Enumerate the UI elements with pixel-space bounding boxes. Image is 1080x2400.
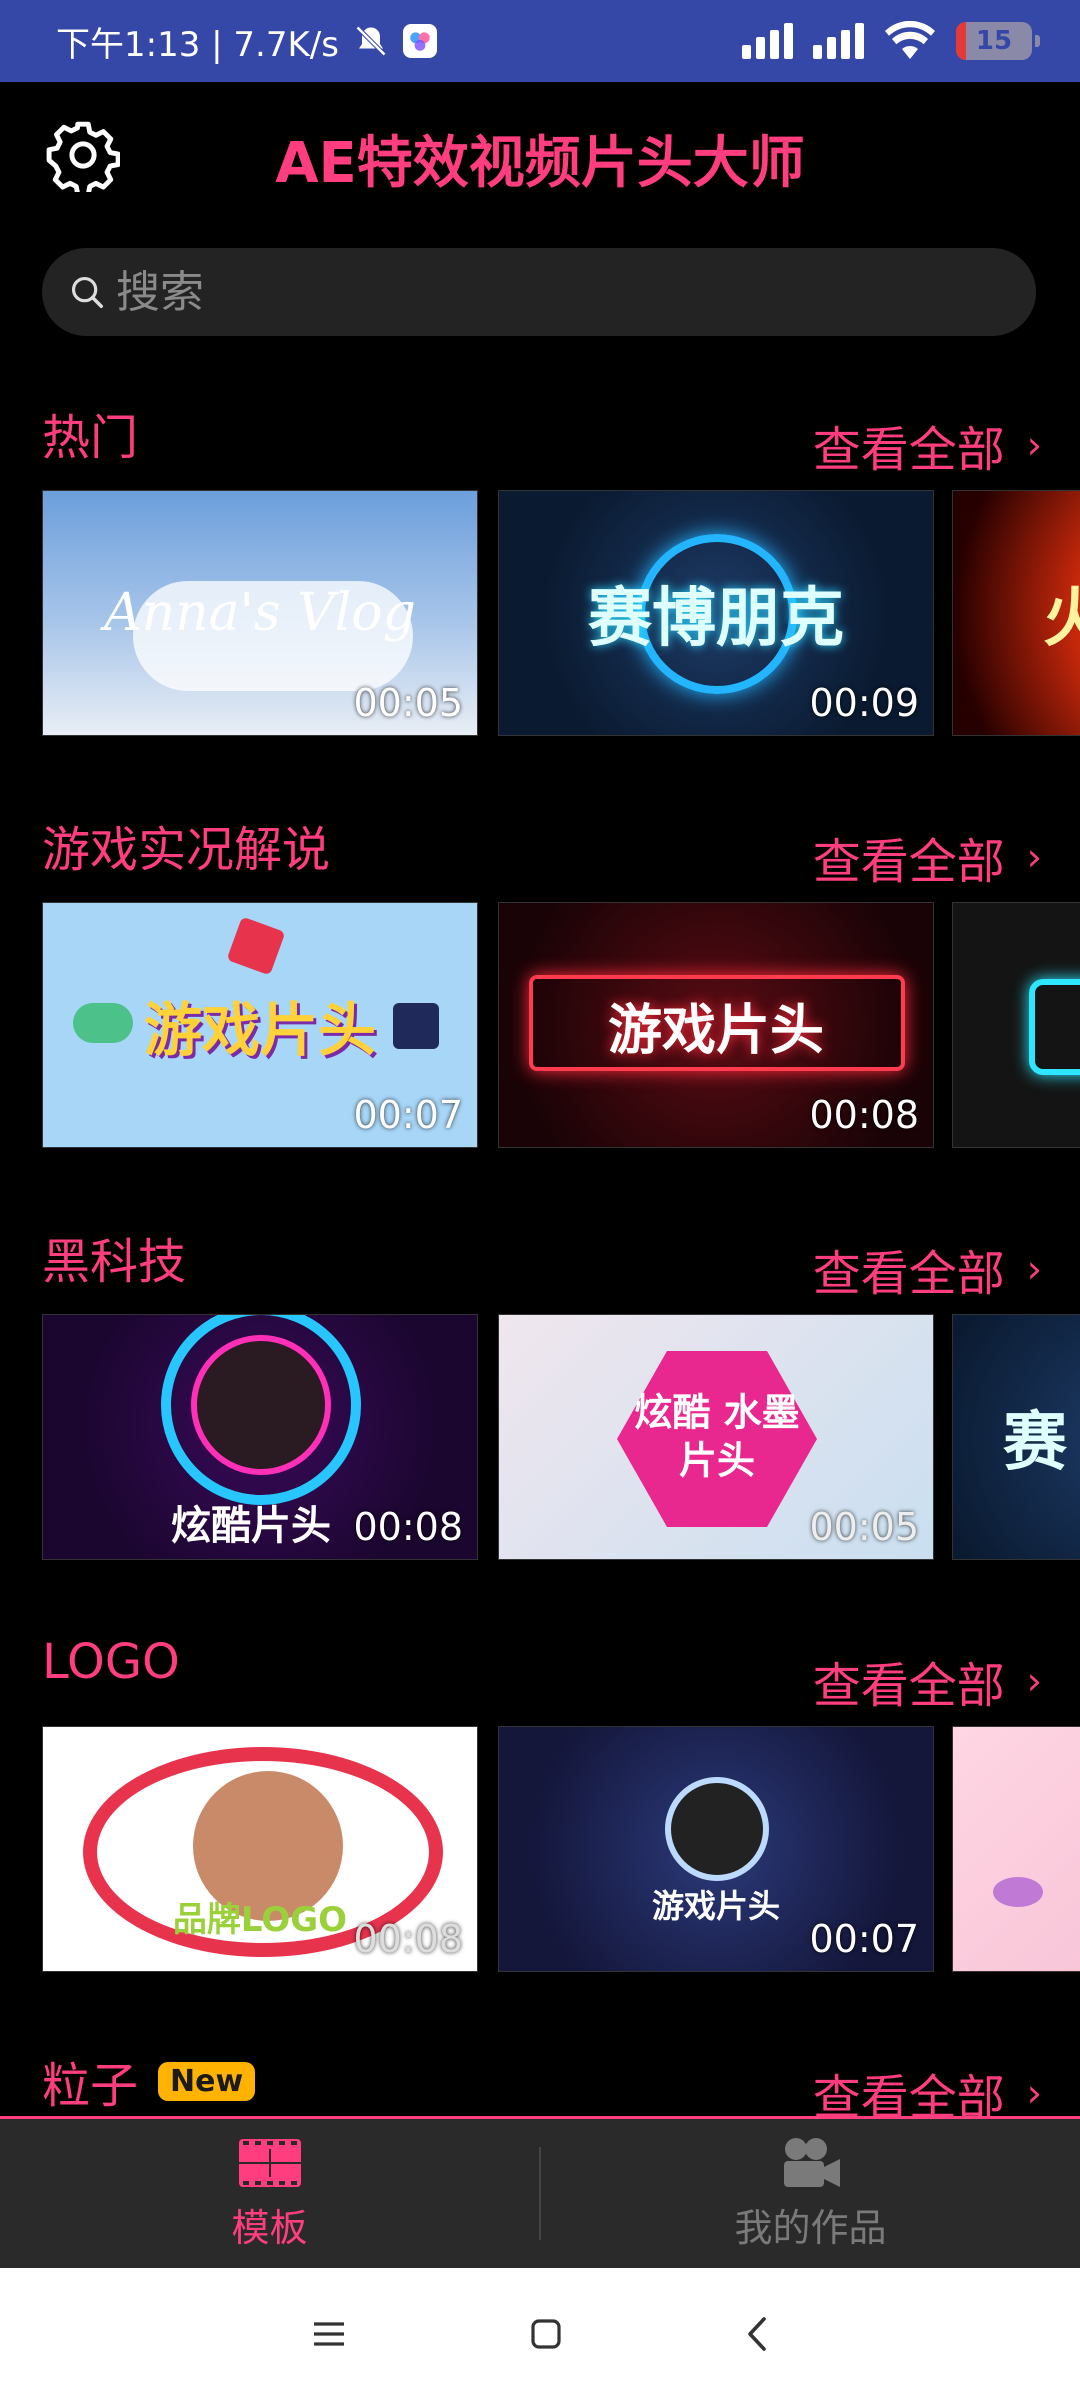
see-all-label: 查看全部 bbox=[812, 834, 1005, 890]
card-title: Anna's Vlog bbox=[104, 583, 416, 643]
nav-label: 我的作品 bbox=[734, 2206, 887, 2250]
battery-icon: 15 bbox=[956, 22, 1040, 60]
template-card[interactable]: Anna's Vlog 00:05 bbox=[42, 490, 478, 736]
search-bar[interactable] bbox=[42, 248, 1036, 336]
section-title: LOGO bbox=[42, 1634, 180, 1690]
chevron-right-icon: › bbox=[1026, 835, 1042, 879]
see-all-label: 查看全部 bbox=[812, 1658, 1005, 1714]
app-title: AE特效视频片头大师 bbox=[275, 131, 805, 196]
card-title: 炫酷 水墨片头 bbox=[634, 1390, 800, 1483]
see-all-link[interactable]: 查看全部 › bbox=[813, 1234, 1042, 1304]
signal-1-icon bbox=[742, 23, 793, 59]
section-logo: LOGO 查看全部 › 品牌LOGO 00:08 游戏片头 00:07 bbox=[0, 1634, 1080, 1994]
system-nav-bar bbox=[0, 2268, 1080, 2400]
template-card[interactable] bbox=[952, 1726, 1080, 1972]
home-icon[interactable] bbox=[531, 2319, 561, 2349]
section-title: 热门 bbox=[42, 410, 139, 466]
card-title: 赛博朋克 bbox=[588, 582, 844, 656]
status-bar: 下午1:13 | 7.7K/s 15 bbox=[0, 0, 1080, 82]
app-header: AE特效视频片头大师 bbox=[0, 82, 1080, 222]
section-game-commentary: 游戏实况解说 查看全部 › 游戏片头 00:07 游戏片头 00:08 bbox=[0, 810, 1080, 1170]
card-duration: 00:07 bbox=[809, 1917, 919, 1961]
card-duration: 00:05 bbox=[353, 681, 463, 725]
search-icon bbox=[71, 276, 103, 308]
chevron-right-icon: › bbox=[1026, 2071, 1042, 2115]
card-duration: 00:07 bbox=[353, 1093, 463, 1137]
section-particles: 粒子 New 查看全部 › bbox=[0, 2046, 1080, 2116]
card-title: 游戏片头 bbox=[608, 998, 824, 1062]
see-all-link[interactable]: 查看全部 › bbox=[813, 822, 1042, 892]
card-title: 游戏片头 bbox=[143, 996, 376, 1064]
section-title: 游戏实况解说 bbox=[42, 822, 331, 878]
bottom-nav: 模板 我的作品 bbox=[0, 2116, 1080, 2268]
template-row: Anna's Vlog 00:05 赛博朋克 00:09 火 bbox=[42, 490, 1080, 736]
see-all-label: 查看全部 bbox=[812, 422, 1005, 478]
template-card[interactable]: 火 bbox=[952, 490, 1080, 736]
nav-tab-templates[interactable]: 模板 bbox=[0, 2119, 539, 2268]
template-card[interactable] bbox=[952, 902, 1080, 1148]
template-card[interactable]: 赛博朋克 00:09 bbox=[498, 490, 934, 736]
card-duration: 00:08 bbox=[353, 1917, 463, 1961]
template-card[interactable]: 品牌LOGO 00:08 bbox=[42, 1726, 478, 1972]
template-row: 品牌LOGO 00:08 游戏片头 00:07 bbox=[42, 1726, 1080, 1972]
card-title: 火 bbox=[953, 567, 1080, 659]
template-card[interactable]: 赛 bbox=[952, 1314, 1080, 1560]
search-input[interactable] bbox=[116, 266, 916, 318]
chevron-right-icon: › bbox=[1026, 1247, 1042, 1291]
template-row: 炫酷片头 00:08 炫酷 水墨片头 00:05 赛 bbox=[42, 1314, 1080, 1560]
template-row: 游戏片头 00:07 游戏片头 00:08 bbox=[42, 902, 1080, 1148]
see-all-link[interactable]: 查看全部 › bbox=[813, 2058, 1042, 2116]
section-title: 黑科技 bbox=[42, 1234, 187, 1290]
card-duration: 00:05 bbox=[809, 1505, 919, 1549]
template-card[interactable]: 游戏片头 00:08 bbox=[498, 902, 934, 1148]
wifi-icon bbox=[885, 21, 935, 59]
card-duration: 00:09 bbox=[809, 681, 919, 725]
section-title: 粒子 bbox=[42, 2058, 139, 2114]
template-card[interactable]: 炫酷片头 00:08 bbox=[42, 1314, 478, 1560]
template-card[interactable]: 游戏片头 00:07 bbox=[42, 902, 478, 1148]
card-duration: 00:08 bbox=[353, 1505, 463, 1549]
video-camera-icon bbox=[783, 2138, 840, 2187]
see-all-label: 查看全部 bbox=[812, 2070, 1005, 2116]
card-title: 赛 bbox=[1003, 1406, 1067, 1480]
battery-level: 15 bbox=[975, 26, 1013, 56]
signal-2-icon bbox=[813, 23, 864, 59]
mute-bell-icon bbox=[355, 25, 387, 57]
template-card[interactable]: 游戏片头 00:07 bbox=[498, 1726, 934, 1972]
template-card[interactable]: 炫酷 水墨片头 00:05 bbox=[498, 1314, 934, 1560]
card-duration: 00:08 bbox=[809, 1093, 919, 1137]
template-icon bbox=[238, 2139, 301, 2187]
see-all-link[interactable]: 查看全部 › bbox=[813, 410, 1042, 480]
status-time: 下午1:13 | 7.7K/s bbox=[56, 24, 339, 65]
section-black-tech: 黑科技 查看全部 › 炫酷片头 00:08 炫酷 水墨片头 00:05 赛 bbox=[0, 1222, 1080, 1582]
chevron-right-icon: › bbox=[1026, 1659, 1042, 1703]
see-all-link[interactable]: 查看全部 › bbox=[813, 1646, 1042, 1716]
chevron-right-icon: › bbox=[1026, 423, 1042, 467]
nav-label: 模板 bbox=[231, 2206, 308, 2250]
section-hot: 热门 查看全部 › Anna's Vlog 00:05 赛博朋克 00:09 火 bbox=[0, 398, 1080, 758]
nav-tab-my-works[interactable]: 我的作品 bbox=[541, 2119, 1080, 2268]
menu-icon[interactable] bbox=[312, 2320, 346, 2348]
see-all-label: 查看全部 bbox=[812, 1246, 1005, 1302]
app-notification-icon bbox=[402, 24, 437, 58]
new-badge: New bbox=[158, 2061, 256, 2101]
back-icon[interactable] bbox=[746, 2317, 768, 2351]
